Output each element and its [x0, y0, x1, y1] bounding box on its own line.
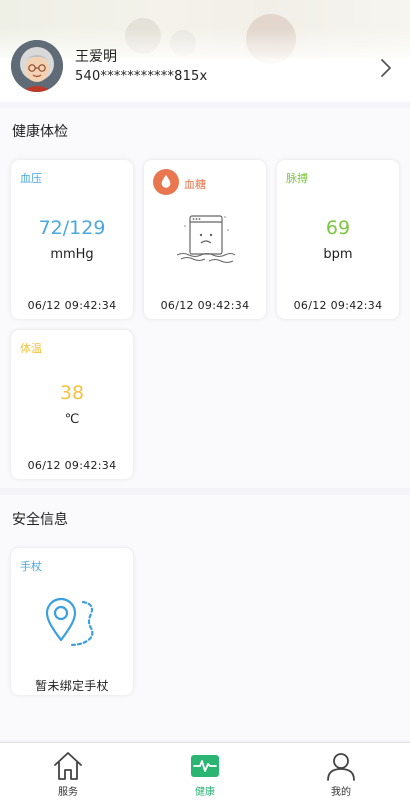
measurement-time: 06/12 09:42:34 — [27, 459, 117, 472]
location-route-icon — [45, 597, 94, 647]
card-label: 血压 — [20, 172, 42, 185]
health-monitor-icon — [191, 755, 219, 777]
blood-sugar-card[interactable]: 血糖 06/12 09:42:34 — [144, 160, 266, 319]
user-name: 王爱明 — [75, 49, 117, 65]
temperature-unit: ℃ — [64, 412, 80, 427]
bottom-tab-bar: 服务 健康 我的 — [0, 742, 410, 800]
person-icon — [327, 753, 355, 781]
avatar[interactable] — [11, 40, 63, 92]
card-label: 体温 — [20, 342, 42, 355]
cane-status-text: 暂未绑定手杖 — [35, 679, 109, 693]
temperature-card[interactable]: 体温 38 ℃ 06/12 09:42:34 — [11, 330, 133, 479]
user-id-number: 540***********815x — [75, 69, 208, 84]
temperature-value: 38 — [59, 382, 85, 404]
home-icon — [54, 752, 82, 780]
tab-label: 服务 — [58, 787, 78, 798]
measurement-time: 06/12 09:42:34 — [27, 299, 117, 312]
pulse-value: 69 — [325, 217, 351, 239]
blood-pressure-card[interactable]: 血压 72/129 mmHg 06/12 09:42:34 — [11, 160, 133, 319]
measurement-time: 06/12 09:42:34 — [293, 299, 383, 312]
tab-label: 我的 — [331, 787, 351, 798]
elder-avatar-icon — [11, 40, 63, 92]
card-label: 脉搏 — [286, 172, 308, 185]
blood-pressure-value: 72/129 — [38, 217, 106, 239]
tab-service[interactable]: 服务 — [0, 743, 136, 800]
pulse-unit: bpm — [323, 247, 353, 262]
safety-section-title: 安全信息 — [12, 512, 68, 528]
health-section-title: 健康体检 — [12, 124, 68, 140]
sad-box-icon — [176, 215, 236, 263]
card-label: 手杖 — [20, 560, 42, 573]
tab-health[interactable]: 健康 — [137, 743, 273, 800]
blood-pressure-unit: mmHg — [50, 247, 94, 262]
water-drop-icon — [153, 169, 179, 195]
tab-label: 健康 — [195, 787, 215, 798]
pulse-card[interactable]: 脉搏 69 bpm 06/12 09:42:34 — [277, 160, 399, 319]
measurement-time: 06/12 09:42:34 — [160, 299, 250, 312]
profile-header[interactable]: 王爱明 540***********815x — [0, 0, 410, 102]
card-label: 血糖 — [184, 178, 206, 191]
chevron-right-icon[interactable] — [376, 56, 396, 80]
cane-card[interactable]: 手杖 暂未绑定手杖 — [11, 548, 133, 695]
tab-mine[interactable]: 我的 — [273, 743, 409, 800]
